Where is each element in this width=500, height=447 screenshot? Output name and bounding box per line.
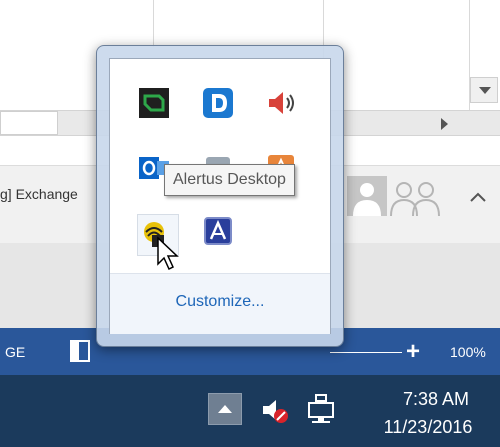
d-app-icon[interactable]: [201, 86, 235, 120]
person-avatar-icon[interactable]: [347, 176, 387, 216]
green-app-icon[interactable]: [137, 86, 171, 120]
clock-time[interactable]: 7:38 AM: [380, 389, 492, 410]
tooltip: Alertus Desktop: [164, 164, 295, 196]
a-app-icon[interactable]: [201, 214, 235, 248]
scroll-down-button[interactable]: [470, 77, 498, 103]
text-field[interactable]: [0, 111, 58, 135]
taskbar: 7:38 AM 11/23/2016: [0, 375, 500, 447]
chevron-up-icon[interactable]: [468, 190, 488, 204]
overflow-panel: Customize...: [109, 58, 331, 334]
zoom-level[interactable]: 100%: [450, 344, 486, 360]
column-divider: [153, 0, 154, 47]
volume-icon[interactable]: [264, 86, 298, 120]
scroll-right-button[interactable]: [432, 113, 458, 135]
clock-date[interactable]: 11/23/2016: [356, 417, 500, 438]
show-hidden-icons-button[interactable]: [208, 393, 242, 425]
customize-link[interactable]: Customize...: [110, 293, 330, 311]
status-text: GE: [5, 344, 26, 360]
zoom-in-button[interactable]: +: [406, 338, 420, 366]
notification-overflow-popup: Customize...: [96, 45, 344, 347]
network-icon[interactable]: [306, 393, 336, 425]
zoom-slider[interactable]: [330, 352, 402, 353]
exchange-label: g] Exchange: [0, 186, 78, 202]
volume-muted-icon[interactable]: [260, 395, 290, 425]
reading-view-icon[interactable]: [70, 340, 90, 362]
mouse-pointer-icon: [156, 236, 184, 272]
customize-footer: Customize...: [110, 274, 330, 334]
group-avatar-icon[interactable]: [388, 176, 440, 217]
